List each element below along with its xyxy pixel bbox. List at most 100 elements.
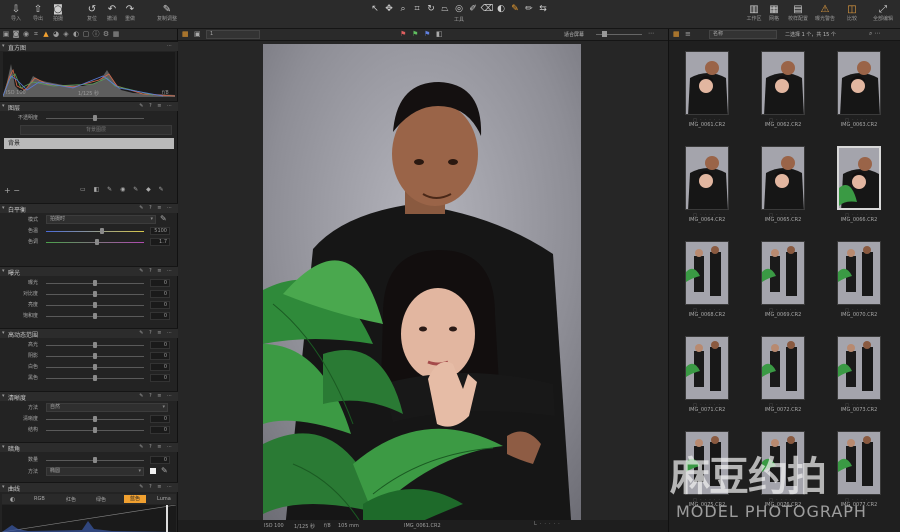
pan-tool-icon[interactable]: ✥ (382, 3, 396, 15)
section-actions-icon[interactable]: ✎ ? ≡ ⋯ (139, 103, 174, 109)
thumbnail[interactable] (685, 431, 729, 495)
brush-tool-icon[interactable]: ✐ (466, 3, 480, 15)
grid-button[interactable]: ▦ 网格 (762, 3, 786, 27)
vignette-color-swatch[interactable] (150, 468, 156, 474)
picker-tool-icon[interactable]: ✎ (508, 3, 522, 15)
vignette-slider-knob[interactable] (93, 457, 97, 463)
viewer-variant-select[interactable]: 1 (206, 30, 260, 39)
spot-tool-icon[interactable]: ◎ (452, 3, 466, 15)
white-slider-knob[interactable] (93, 364, 97, 370)
viewer-menu-icon[interactable]: ⋯ (648, 30, 654, 37)
thumbnail[interactable] (761, 336, 805, 400)
section-actions-icon[interactable]: ✎ ? ≡ ⋯ (139, 330, 174, 336)
white-balance-header[interactable]: ▾ 白平衡 ✎ ? ≡ ⋯ (0, 203, 178, 214)
layer-item-background[interactable]: 背景 (4, 138, 174, 149)
layer-tools-icons[interactable]: ▭ ◧ ✎ ◉ ✎ ◆ ✎ (80, 186, 167, 193)
annotate-tool-icon[interactable]: ✏ (522, 3, 536, 15)
section-actions-icon[interactable]: ✎ ? ≡ ⋯ (139, 444, 174, 450)
zoom-label[interactable]: 适合屏幕 (564, 31, 584, 38)
curve-tab-luma-label[interactable]: Luma (157, 496, 171, 502)
thumbnail[interactable] (761, 431, 805, 495)
layers-header[interactable]: ▾ 图层 ✎ ? ≡ ⋯ (0, 101, 178, 112)
fill-layer-button[interactable]: 背景图层 (20, 125, 172, 135)
curve-tab-red[interactable]: 红色 (66, 496, 76, 503)
eyedropper-icon[interactable]: ✎ (161, 466, 168, 475)
curve-graph[interactable] (2, 505, 176, 532)
section-actions-icon[interactable]: ✎ ? ≡ ⋯ (139, 268, 174, 274)
curve-tab-rgb[interactable]: RGB (34, 496, 45, 502)
saturation-slider-knob[interactable] (93, 313, 97, 319)
copy-adjustments-button[interactable]: ✎ 复制调整 (152, 3, 182, 27)
select-tool-icon[interactable]: ↖ (368, 3, 382, 15)
exposure-tab-icon[interactable]: ▲ (42, 30, 50, 39)
local-tab-icon[interactable]: ◐ (72, 30, 80, 39)
status-rating-icons[interactable]: L····· (534, 521, 563, 527)
section-actions-icon[interactable]: ✎ ? ≡ ⋯ (139, 484, 174, 490)
browser-list-icon[interactable]: ≡ (685, 30, 691, 38)
add-layer-button[interactable]: + − (4, 186, 20, 195)
lens-tab-icon[interactable]: ◉ (22, 30, 30, 39)
section-actions-icon[interactable]: ✎ ? ≡ ⋯ (139, 393, 174, 399)
kelvin-slider-track[interactable] (46, 231, 144, 232)
thumbnail[interactable] (685, 51, 729, 115)
gradient-tool-icon[interactable]: ◐ (494, 3, 508, 15)
zoom-tool-icon[interactable]: ⌕ (396, 3, 410, 15)
thumbnail[interactable] (685, 241, 729, 305)
thumbnail[interactable] (761, 51, 805, 115)
crop-tool-icon[interactable]: ⌗ (410, 3, 424, 15)
browser-search-icon[interactable]: ⌕ ⋯ (869, 30, 880, 38)
sort-select[interactable]: 名称 (709, 30, 777, 39)
exposure-header[interactable]: ▾ 曝光 ✎ ? ≡ ⋯ (0, 266, 178, 277)
opacity-slider-knob[interactable] (93, 115, 97, 121)
batch-tab-icon[interactable]: ▦ (112, 30, 120, 39)
contrast-slider-knob[interactable] (93, 291, 97, 297)
metadata-tab-icon[interactable]: ⓘ (92, 30, 100, 39)
hdr-header[interactable]: ▾ 高动态范围 ✎ ? ≡ ⋯ (0, 328, 178, 339)
thumbnail[interactable] (837, 146, 881, 210)
tint-slider-knob[interactable] (95, 239, 99, 245)
thumbnail[interactable] (837, 431, 881, 495)
green-channel-icon[interactable]: ⚑ (412, 30, 418, 38)
histogram-header[interactable]: ▾ 直方图 ⋯ (0, 41, 178, 52)
clarity-method-select[interactable]: 自然 (46, 403, 168, 412)
rotate-tool-icon[interactable]: ↻ (424, 3, 438, 15)
viewer-grid-icon[interactable]: ▦ (182, 30, 189, 38)
copy-apply-tool-icon[interactable]: ⇆ (536, 3, 550, 15)
section-actions-icon[interactable]: ⋯ (167, 43, 174, 49)
compare-button[interactable]: ◫ 比较 (840, 3, 864, 27)
thumbnail[interactable] (685, 336, 729, 400)
color-tab-icon[interactable]: ◕ (52, 30, 60, 39)
compare-split-icon[interactable]: ◧ (436, 30, 443, 38)
thumbnail[interactable] (761, 241, 805, 305)
keystone-tool-icon[interactable]: ⏢ (438, 3, 452, 15)
composition-tab-icon[interactable]: ⌗ (32, 30, 40, 39)
browser-grid-icon[interactable]: ▦ (673, 30, 680, 38)
thumbnail[interactable] (837, 241, 881, 305)
highlight-slider-knob[interactable] (93, 342, 97, 348)
brightness-slider-knob[interactable] (93, 302, 97, 308)
main-photo[interactable] (263, 44, 581, 532)
blue-channel-icon[interactable]: ⚑ (424, 30, 430, 38)
kelvin-slider-knob[interactable] (100, 228, 104, 234)
section-actions-icon[interactable]: ✎ ? ≡ ⋯ (139, 205, 174, 211)
curve-tab-blue[interactable]: 蓝色 (124, 495, 146, 503)
wb-mode-select[interactable]: 拍摄时 (46, 215, 156, 224)
thumbnail[interactable] (837, 51, 881, 115)
vignette-header[interactable]: ▾ 暗角 ✎ ? ≡ ⋯ (0, 442, 178, 453)
structure-slider-knob[interactable] (93, 427, 97, 433)
zoom-slider-knob[interactable] (602, 31, 607, 37)
proof-button[interactable]: ▤ 校样配置 (784, 3, 812, 27)
shadow-slider-knob[interactable] (93, 353, 97, 359)
exposure-warning-button[interactable]: ⚠ 曝光警告 (812, 3, 838, 27)
capture-button[interactable]: ◙ 拍摄 (46, 3, 70, 27)
clarity-header[interactable]: ▾ 清晰度 ✎ ? ≡ ⋯ (0, 391, 178, 402)
eyedropper-icon[interactable]: ✎ (160, 214, 167, 223)
redo-button[interactable]: ↷ 重做 (118, 3, 142, 27)
thumbnail[interactable] (761, 146, 805, 210)
thumbnail[interactable] (837, 336, 881, 400)
viewer-single-icon[interactable]: ▣ (194, 30, 201, 38)
output-tab-icon[interactable]: ⚙ (102, 30, 110, 39)
edit-all-button[interactable]: ⤢ 全部编辑 (868, 3, 898, 27)
import-button[interactable]: ⇩ 导入 (4, 3, 28, 27)
detail-tab-icon[interactable]: ◈ (62, 30, 70, 39)
